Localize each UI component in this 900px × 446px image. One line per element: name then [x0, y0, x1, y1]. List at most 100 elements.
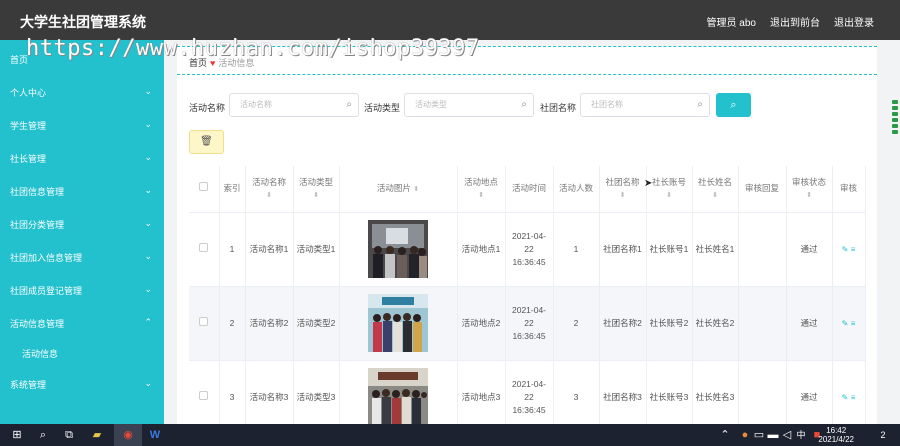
- clock-date: 2021/4/22: [818, 435, 854, 444]
- activity-type-input[interactable]: 活动类型 ⌕: [404, 93, 534, 117]
- row-checkbox[interactable]: [189, 212, 220, 287]
- activity-image: [339, 286, 458, 361]
- detail-icon[interactable]: ≡: [851, 245, 856, 254]
- row-checkbox[interactable]: [189, 360, 220, 435]
- file-explorer-icon[interactable]: ▰: [90, 428, 104, 442]
- cell-account: 社长账号3: [646, 360, 693, 435]
- sidebar-item-students[interactable]: 学生管理 ⌄: [10, 119, 160, 132]
- trash-icon: 🗑: [200, 136, 213, 147]
- cell-count: 3: [553, 360, 600, 435]
- chevron-down-icon: ⌄: [144, 218, 152, 228]
- volume-icon[interactable]: ◁: [780, 428, 794, 442]
- sidebar-item-activity-mgmt[interactable]: 活动信息管理 ⌃: [10, 317, 160, 330]
- cell-count: 2: [553, 286, 600, 361]
- cell-time: 2021-04-22 16:36:45: [505, 212, 554, 287]
- app-tray-icon[interactable]: ●: [738, 428, 752, 442]
- sort-icon: ⬍: [266, 191, 272, 199]
- sidebar-item-member-register[interactable]: 社团成员登记管理 ⌄: [10, 284, 160, 297]
- clock[interactable]: 16:42 2021/4/22: [818, 426, 854, 444]
- edit-icon[interactable]: ✎: [842, 393, 849, 402]
- table-row: 1 活动名称1 活动类型1 活动地点1 2021-04-22 16:36:45 …: [189, 212, 866, 287]
- sort-icon: ⬍: [806, 191, 812, 199]
- activity-type-label: 活动类型: [364, 103, 401, 113]
- sidebar-item-club-join[interactable]: 社团加入信息管理 ⌄: [10, 251, 160, 264]
- battery-icon[interactable]: ▬: [766, 428, 780, 442]
- sidebar-item-club-info[interactable]: 社团信息管理 ⌄: [10, 185, 160, 198]
- mouse-cursor-icon: ➤: [644, 178, 653, 189]
- chevron-down-icon: ⌄: [144, 86, 152, 96]
- main-content: 首页 ♥ 活动信息 活动名称 活动名称 ⌕ 活动类型 活动类型 ⌕ 社团名称 社团名称 ⌕…: [177, 46, 877, 435]
- search-button[interactable]: ⌕: [716, 93, 751, 117]
- chevron-down-icon: ⌄: [144, 119, 152, 129]
- chrome-icon[interactable]: ◉: [121, 428, 135, 442]
- sort-icon: ⬍: [478, 191, 484, 199]
- cell-actions: ✎ ≡: [832, 286, 866, 361]
- word-icon[interactable]: W: [148, 428, 162, 442]
- club-name-input[interactable]: 社团名称 ⌕: [580, 93, 710, 117]
- table-row: 3 活动名称3 活动类型3 活动地点3 2021-04-22 16:36:45 …: [189, 360, 866, 435]
- column-header[interactable]: 活动时间: [505, 166, 554, 213]
- search-icon[interactable]: ⌕: [36, 428, 50, 442]
- cell-type: 活动类型3: [293, 360, 340, 435]
- cell-index: 3: [219, 360, 246, 435]
- activity-name-input[interactable]: 活动名称 ⌕: [229, 93, 359, 117]
- activity-photo-2: [368, 294, 428, 352]
- cell-reply: [738, 212, 787, 287]
- cell-time: 2021-04-22 16:36:45: [505, 360, 554, 435]
- cell-reply: [738, 286, 787, 361]
- chevron-up-icon: ⌃: [144, 317, 152, 327]
- notification-count: 2: [880, 430, 886, 440]
- cell-actions: ✎ ≡: [832, 360, 866, 435]
- column-header[interactable]: 活动类型 ⬍: [293, 166, 340, 213]
- sort-icon: ⬍: [712, 191, 718, 199]
- edit-icon[interactable]: ✎: [842, 245, 849, 254]
- search-icon: ⌕: [730, 99, 737, 111]
- cell-account: 社长账号1: [646, 212, 693, 287]
- cell-time: 2021-04-22 16:36:45: [505, 286, 554, 361]
- task-view-icon[interactable]: ⧉: [62, 428, 76, 442]
- cell-account: 社长账号2: [646, 286, 693, 361]
- activity-table: 索引 活动名称 ⬍ 活动类型 ⬍ 活动图片 ⬍ 活动地点 ⬍ 活动时间 活动人数 社团…: [189, 166, 866, 435]
- column-header[interactable]: 活动图片 ⬍: [339, 166, 458, 213]
- column-header: 审核: [832, 166, 866, 213]
- edit-icon[interactable]: ✎: [842, 319, 849, 328]
- column-header[interactable]: 活动地点 ⬍: [457, 166, 506, 213]
- club-name-label: 社团名称: [540, 103, 577, 113]
- ime-indicator[interactable]: 中: [794, 428, 808, 442]
- sidebar-item-system[interactable]: 系统管理 ⌄: [10, 378, 160, 391]
- sort-icon: ⬍: [413, 185, 420, 193]
- delete-button[interactable]: 🗑: [189, 130, 224, 154]
- detail-icon[interactable]: ≡: [851, 319, 856, 328]
- cell-club: 社团名称1: [599, 212, 647, 287]
- notification-icon[interactable]: 2: [876, 428, 890, 442]
- cell-leader: 社长姓名3: [692, 360, 739, 435]
- sidebar-item-club-category[interactable]: 社团分类管理 ⌄: [10, 218, 160, 231]
- sidebar-item-leaders[interactable]: 社长管理 ⌄: [10, 152, 160, 165]
- windows-start-icon[interactable]: ⊞: [10, 428, 24, 442]
- search-icon: ⌕: [697, 99, 703, 110]
- chevron-down-icon: ⌄: [144, 251, 152, 261]
- column-header[interactable]: 社长账号 ⬍: [646, 166, 693, 213]
- search-icon: ⌕: [346, 99, 352, 110]
- column-header[interactable]: 社长姓名 ⬍: [692, 166, 739, 213]
- cell-type: 活动类型2: [293, 286, 340, 361]
- divider: [177, 74, 877, 75]
- cell-name: 活动名称1: [245, 212, 294, 287]
- network-icon[interactable]: ▭: [752, 428, 766, 442]
- cell-status: 通过: [786, 360, 833, 435]
- back-to-front-link[interactable]: 退出到前台: [770, 14, 820, 29]
- sidebar-subitem-activity-info[interactable]: 活动信息: [22, 347, 58, 360]
- column-header[interactable]: 社团名称 ⬍: [599, 166, 647, 213]
- taskbar: ⊞ ⌕ ⧉ ▰ ◉ W ⌃ ● ▭ ▬ ◁ 中 ■ 16:42 2021/4/2…: [0, 424, 900, 446]
- select-all-checkbox[interactable]: [189, 166, 220, 213]
- chevron-up-icon[interactable]: ⌃: [718, 428, 732, 442]
- row-checkbox[interactable]: [189, 286, 220, 361]
- logout-link[interactable]: 退出登录: [834, 14, 874, 29]
- detail-icon[interactable]: ≡: [851, 393, 856, 402]
- sort-icon: ⬍: [666, 191, 672, 199]
- sort-icon: ⬍: [313, 191, 319, 199]
- column-header[interactable]: 审核状态 ⬍: [786, 166, 833, 213]
- scroll-indicator[interactable]: [892, 100, 898, 146]
- column-header[interactable]: 活动名称 ⬍: [245, 166, 294, 213]
- sidebar-item-personal[interactable]: 个人中心 ⌄: [10, 86, 160, 99]
